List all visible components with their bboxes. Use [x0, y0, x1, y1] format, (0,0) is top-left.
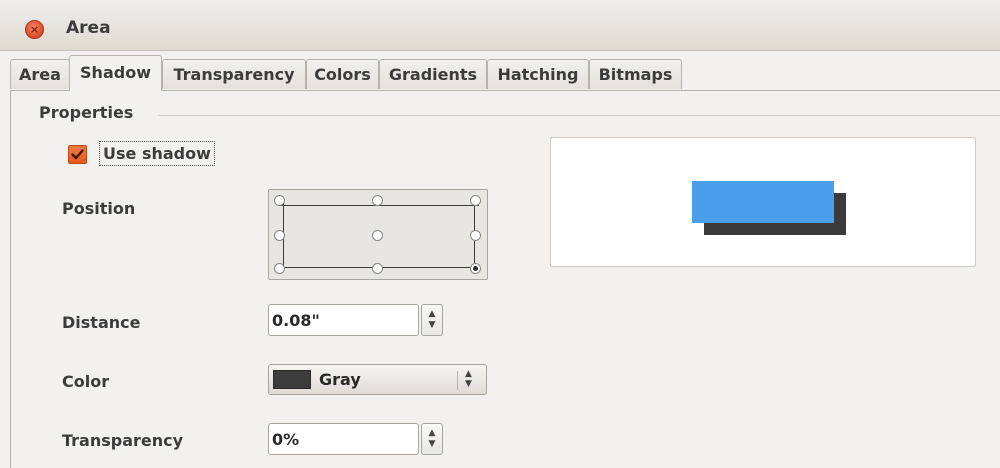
distance-spin-button[interactable]: ▲ ▼	[421, 304, 443, 336]
distance-label: Distance	[62, 313, 141, 332]
shadow-position-selector[interactable]	[268, 189, 488, 280]
distance-field[interactable]: 0.08"	[268, 304, 419, 336]
properties-heading: Properties	[39, 103, 134, 122]
tab-bitmaps[interactable]: Bitmaps	[589, 59, 682, 89]
position-bottom-right-radio[interactable]	[470, 263, 481, 274]
position-center-radio[interactable]	[372, 230, 383, 241]
transparency-value: 0%	[272, 430, 300, 449]
position-bottom-center-radio[interactable]	[372, 263, 383, 274]
tab-gradients[interactable]: Gradients	[379, 59, 487, 89]
tab-shadow[interactable]: Shadow	[69, 55, 162, 91]
use-shadow-checkbox[interactable]	[68, 145, 87, 164]
position-top-left-radio[interactable]	[274, 195, 285, 206]
tab-colors[interactable]: Colors	[306, 59, 379, 89]
position-bottom-left-radio[interactable]	[274, 263, 285, 274]
color-value: Gray	[319, 370, 361, 389]
color-label: Color	[62, 372, 110, 391]
tab-hatching[interactable]: Hatching	[487, 59, 589, 89]
transparency-label: Transparency	[62, 431, 184, 450]
tab-area[interactable]: Area	[10, 59, 70, 89]
title-bar: × Area	[0, 0, 1000, 51]
tab-transparency[interactable]: Transparency	[162, 59, 306, 89]
close-icon[interactable]: ×	[25, 20, 44, 39]
position-top-right-radio[interactable]	[470, 195, 481, 206]
dropdown-separator	[457, 371, 458, 390]
chevron-updown-icon: ▲ ▼	[465, 369, 472, 389]
preview-object-rect	[692, 181, 834, 223]
position-label: Position	[62, 199, 136, 218]
distance-value: 0.08"	[272, 311, 320, 330]
transparency-field[interactable]: 0%	[268, 423, 419, 455]
checkmark-icon	[71, 149, 84, 160]
section-divider	[158, 115, 1000, 116]
window-title: Area	[66, 18, 111, 38]
transparency-spin-button[interactable]: ▲ ▼	[421, 423, 443, 455]
color-swatch	[273, 370, 311, 389]
shadow-preview	[550, 137, 976, 267]
color-dropdown[interactable]: Gray ▲ ▼	[268, 364, 487, 395]
position-top-center-radio[interactable]	[372, 195, 383, 206]
position-middle-right-radio[interactable]	[470, 230, 481, 241]
use-shadow-label[interactable]: Use shadow	[99, 141, 215, 166]
position-middle-left-radio[interactable]	[274, 230, 285, 241]
